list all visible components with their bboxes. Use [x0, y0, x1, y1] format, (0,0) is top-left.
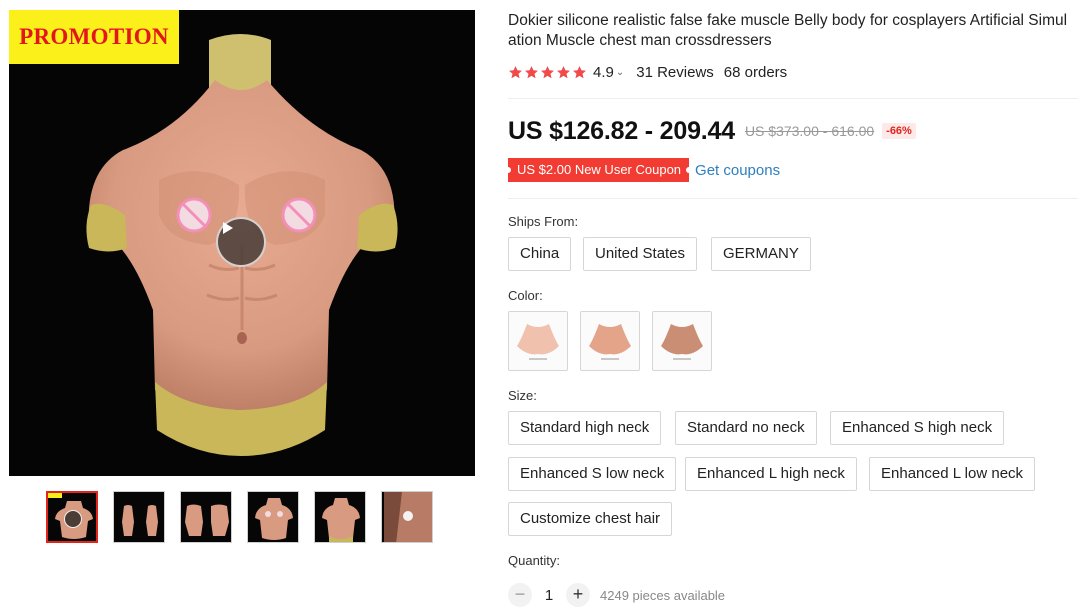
play-icon: [223, 222, 233, 234]
size-enhanced-l-low-neck[interactable]: Enhanced L low neck: [869, 457, 1036, 491]
thumbnail-6[interactable]: [381, 491, 433, 543]
size-customize-chest-hair[interactable]: Customize chest hair: [508, 502, 673, 536]
star-icon: [557, 65, 570, 78]
ships-from-label: Ships From:: [508, 214, 579, 229]
discount-badge: -66%: [882, 123, 916, 139]
chevron-down-icon[interactable]: ⌄: [616, 67, 624, 78]
divider: [508, 98, 1078, 99]
size-standard-no-neck[interactable]: Standard no neck: [675, 411, 817, 445]
star-icon: [509, 65, 522, 78]
size-enhanced-l-high-neck[interactable]: Enhanced L high neck: [685, 457, 857, 491]
product-title: Dokier silicone realistic false fake mus…: [508, 12, 1068, 49]
quantity-decrease-button[interactable]: −: [508, 583, 532, 607]
ships-from-germany[interactable]: GERMANY: [711, 237, 811, 271]
play-video-button[interactable]: [216, 217, 266, 267]
star-rating[interactable]: [508, 65, 587, 80]
get-coupons-link[interactable]: Get coupons: [695, 162, 780, 179]
star-icon: [573, 65, 586, 78]
rating-row: 4.9 ⌄ 31 Reviews 68 orders: [508, 62, 787, 82]
quantity-label: Quantity:: [508, 553, 561, 568]
quantity-increase-button[interactable]: +: [566, 583, 590, 607]
star-icon: [541, 65, 554, 78]
color-label: Color:: [508, 288, 543, 303]
quantity-input[interactable]: 1: [532, 587, 566, 604]
promotion-badge: PROMOTION: [9, 10, 179, 64]
price-row: US $126.82 - 209.44 US $373.00 - 616.00 …: [508, 116, 916, 146]
ships-from-china[interactable]: China: [508, 237, 572, 271]
size-enhanced-s-high-neck[interactable]: Enhanced S high neck: [830, 411, 1005, 445]
size-standard-high-neck[interactable]: Standard high neck: [508, 411, 662, 445]
coupon-row: US $2.00 New User Coupon Get coupons: [504, 158, 780, 182]
color-3-image: [661, 324, 703, 360]
orders-count: 68 orders: [723, 63, 788, 81]
original-price: US $373.00 - 616.00: [744, 123, 875, 139]
color-swatch-2[interactable]: [580, 311, 640, 371]
size-label: Size:: [508, 388, 537, 403]
main-product-image[interactable]: PROMOTION: [9, 10, 475, 476]
reviews-link[interactable]: 31 Reviews: [636, 64, 714, 81]
color-2-image: [589, 324, 631, 360]
play-icon: [64, 510, 82, 528]
thumbnail-2[interactable]: [113, 491, 165, 543]
quantity-stepper: − 1 + 4249 pieces available: [508, 582, 725, 608]
new-user-coupon-badge: US $2.00 New User Coupon: [504, 158, 693, 182]
ships-from-united-states[interactable]: United States: [583, 237, 698, 271]
star-icon: [525, 65, 538, 78]
color-swatch-3[interactable]: [652, 311, 712, 371]
thumbnail-1[interactable]: [46, 491, 98, 543]
current-price: US $126.82 - 209.44: [508, 116, 735, 145]
color-swatch-1[interactable]: [508, 311, 568, 371]
thumbnail-5[interactable]: [314, 491, 366, 543]
size-enhanced-s-low-neck[interactable]: Enhanced S low neck: [508, 457, 677, 491]
divider: [508, 198, 1078, 199]
pieces-available: 4249 pieces available: [600, 587, 726, 603]
rating-value[interactable]: 4.9: [593, 64, 614, 81]
color-1-image: [517, 324, 559, 360]
thumbnail-3[interactable]: [180, 491, 232, 543]
thumbnail-4[interactable]: [247, 491, 299, 543]
